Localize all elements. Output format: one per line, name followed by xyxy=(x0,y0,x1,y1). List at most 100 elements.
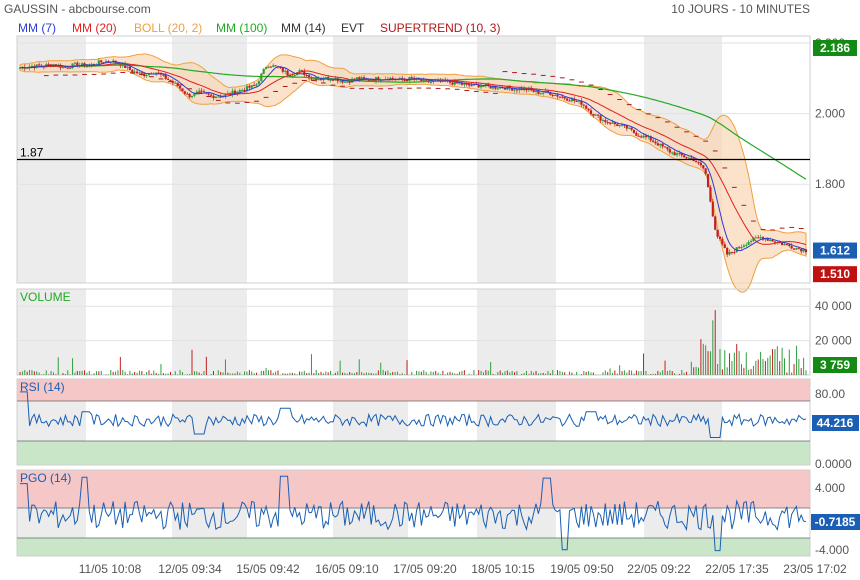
pgo-tick-top: 4.000 xyxy=(815,481,845,495)
candle-body xyxy=(73,62,77,64)
candle-body xyxy=(568,100,571,102)
candle-body xyxy=(515,89,519,91)
candle-body xyxy=(771,240,774,242)
candle-body xyxy=(721,239,724,245)
x-axis-label: 16/05 09:10 xyxy=(315,562,379,576)
candle-body xyxy=(773,241,777,243)
rsi-tick-bottom: 0.0000 xyxy=(815,457,852,471)
candle-body xyxy=(745,244,748,246)
candle-body xyxy=(652,140,655,142)
candle-body xyxy=(217,96,220,98)
legend-item: MM (7) xyxy=(18,21,56,35)
candle-body xyxy=(281,67,284,72)
candle-body xyxy=(534,90,538,92)
candle-body xyxy=(749,240,753,243)
candle-body xyxy=(628,127,631,129)
candle-body xyxy=(637,135,640,137)
candle-body xyxy=(429,81,433,83)
price-tick-label: 2.000 xyxy=(815,107,845,121)
candle-body xyxy=(656,143,659,146)
candle-body xyxy=(267,66,270,68)
price-tick-label: 1.800 xyxy=(815,177,845,191)
candle-body xyxy=(716,229,719,237)
candle-body xyxy=(255,84,258,86)
candle-body xyxy=(769,240,772,242)
candle-body xyxy=(635,132,638,136)
reference-line-label: 1.87 xyxy=(20,146,44,160)
candle-body xyxy=(587,108,590,111)
candle-body xyxy=(186,93,189,95)
candle-body xyxy=(200,90,203,92)
candle-body xyxy=(264,67,268,69)
candle-body xyxy=(312,78,315,80)
candle-body xyxy=(315,78,318,81)
candle-body xyxy=(675,153,679,156)
candle-body xyxy=(496,88,499,90)
candle-body xyxy=(754,237,757,239)
volume-panel: VOLUME 40 000 20 000 3 759 xyxy=(16,288,857,376)
candle-body xyxy=(286,70,289,76)
price-tag-value: 2.186 xyxy=(820,41,850,55)
candle-body xyxy=(575,100,578,102)
candle-body xyxy=(695,161,698,163)
candle-body xyxy=(711,201,714,217)
candle-body xyxy=(250,85,253,88)
candle-body xyxy=(661,143,664,147)
session-band xyxy=(172,289,247,375)
candle-body xyxy=(262,68,265,74)
candle-body xyxy=(451,82,454,85)
candle-body xyxy=(666,147,669,150)
pgo-oversold-zone xyxy=(17,538,810,556)
x-axis-label: 19/05 09:50 xyxy=(550,562,614,576)
legend-item: BOLL (20, 2) xyxy=(134,21,202,35)
pgo-panel: PGO (14) 4.000 -4.000 -0.7185 xyxy=(16,469,860,557)
volume-title: VOLUME xyxy=(20,290,71,304)
legend-item: SUPERTREND (10, 3) xyxy=(380,21,500,35)
x-axis-label: 15/05 09:42 xyxy=(236,562,300,576)
chart-title: GAUSSIN - abcbourse.com xyxy=(4,2,151,16)
session-band xyxy=(477,289,556,375)
candle-body xyxy=(740,246,743,249)
candle-body xyxy=(685,157,688,159)
candle-body xyxy=(470,85,473,87)
volume-last-value: 3 759 xyxy=(820,358,850,372)
candle-body xyxy=(714,216,717,230)
period-label: 10 JOURS - 10 MINUTES xyxy=(671,2,810,16)
candle-body xyxy=(343,81,347,83)
candle-body xyxy=(145,75,148,77)
candle-body xyxy=(690,157,693,159)
candle-body xyxy=(188,93,191,98)
candle-body xyxy=(331,79,335,81)
legend-item: MM (20) xyxy=(72,21,117,35)
candle-body xyxy=(214,96,218,99)
candle-body xyxy=(140,72,143,74)
candle-body xyxy=(697,162,700,164)
candle-body xyxy=(100,60,103,63)
candle-body xyxy=(183,91,186,94)
x-axis-label: 12/05 09:34 xyxy=(158,562,222,576)
x-axis-label: 17/05 09:20 xyxy=(393,562,457,576)
candle-body xyxy=(167,78,170,80)
candle-body xyxy=(632,129,636,133)
candle-body xyxy=(274,65,277,67)
candle-body xyxy=(582,104,585,106)
candle-body xyxy=(248,86,251,88)
candle-body xyxy=(663,146,667,148)
price-panel: 1.87 2.2002.0001.800 2.1861.6121.510 xyxy=(16,35,857,293)
candle-body xyxy=(597,114,600,116)
candle-body xyxy=(785,244,788,246)
candle-body xyxy=(126,66,129,68)
candle-body xyxy=(704,168,707,175)
candle-body xyxy=(585,105,588,109)
candle-body xyxy=(742,245,745,247)
candle-body xyxy=(329,79,332,81)
candle-body xyxy=(133,71,136,73)
indicator-legend: MM (7) MM (20) BOLL (20, 2) MM (100) MM (14)… xyxy=(18,21,500,35)
candle-body xyxy=(795,248,798,250)
candle-body xyxy=(616,124,619,127)
candle-body xyxy=(513,89,516,91)
rsi-overbought-zone xyxy=(17,379,810,401)
candle-body xyxy=(551,95,554,97)
x-axis-label: 11/05 10:08 xyxy=(79,562,142,576)
legend-item: EVT xyxy=(341,21,365,35)
